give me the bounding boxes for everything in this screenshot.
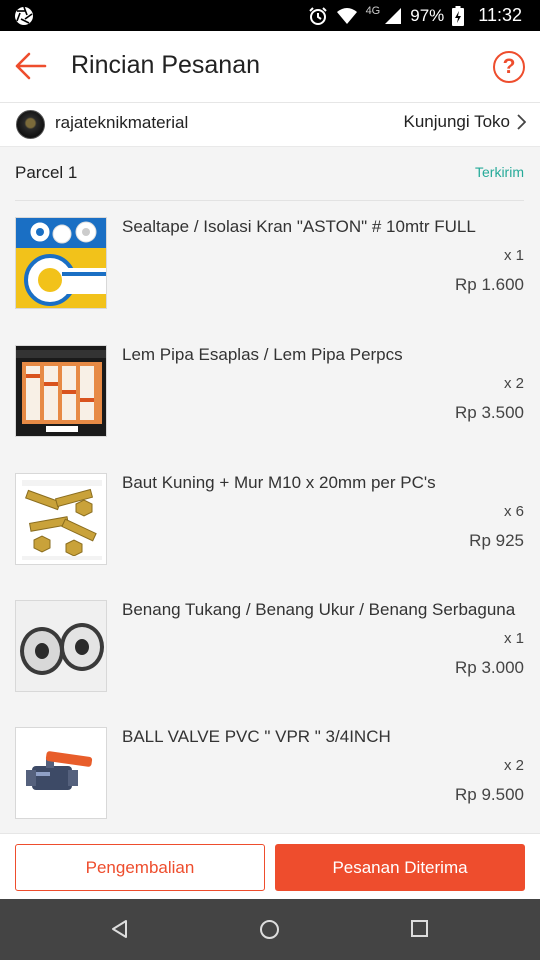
back-triangle-icon[interactable] <box>110 919 130 939</box>
app-bar: Rincian Pesanan ? <box>0 31 540 103</box>
page-title: Rincian Pesanan <box>71 51 261 79</box>
product-price: Rp 3.000 <box>455 658 524 677</box>
aperture-icon <box>15 6 33 25</box>
parcel-title: Parcel 1 <box>15 163 78 182</box>
product-image <box>15 217 107 309</box>
wifi-icon <box>336 7 357 24</box>
product-name: Lem Pipa Esaplas / Lem Pipa Perpcs <box>122 345 403 364</box>
network-type: 4G <box>365 4 381 17</box>
product-price: Rp 9.500 <box>455 785 524 804</box>
shop-header: rajateknikmaterial Kunjungi Toko <box>0 103 540 147</box>
shop-avatar[interactable] <box>16 110 45 139</box>
visit-shop-link[interactable]: Kunjungi Toko <box>403 112 526 132</box>
return-button[interactable]: Pengembalian <box>15 844 265 891</box>
product-name: Baut Kuning + Mur M10 x 20mm per PC's <box>122 473 436 492</box>
product-price: Rp 925 <box>469 531 524 550</box>
product-image <box>15 600 107 692</box>
order-received-button[interactable]: Pesanan Diterima <box>275 844 525 891</box>
parcel-status: Terkirim <box>475 164 524 180</box>
order-item[interactable]: Sealtape / Isolasi Kran "ASTON" # 10mtr … <box>15 217 540 345</box>
parcel-section: Parcel 1 Terkirim Sealtape / Isolasi Kra… <box>0 147 540 833</box>
action-bar: Pengembalian Pesanan Diterima <box>0 833 540 899</box>
product-quantity: x 1 <box>503 247 524 264</box>
product-quantity: x 2 <box>503 757 524 774</box>
product-image <box>15 345 107 437</box>
product-image <box>15 727 107 819</box>
status-bar: 4G 97% 11:32 <box>0 0 540 31</box>
chevron-right-icon <box>517 114 526 130</box>
product-name: BALL VALVE PVC " VPR " 3/4INCH <box>122 727 391 746</box>
shop-name[interactable]: rajateknikmaterial <box>55 113 188 133</box>
battery-icon <box>452 5 465 26</box>
arrow-left-icon[interactable] <box>14 51 48 81</box>
home-circle-icon[interactable] <box>259 919 280 940</box>
clock: 11:32 <box>478 5 522 25</box>
battery-percent: 97% <box>410 5 445 25</box>
system-nav-bar <box>0 899 540 960</box>
order-item[interactable]: Baut Kuning + Mur M10 x 20mm per PC's x … <box>15 473 540 601</box>
order-item[interactable]: Benang Tukang / Benang Ukur / Benang Ser… <box>15 600 540 728</box>
product-price: Rp 3.500 <box>455 403 524 422</box>
order-item[interactable]: BALL VALVE PVC " VPR " 3/4INCH x 2 Rp 9.… <box>15 727 540 833</box>
product-quantity: x 6 <box>503 503 524 520</box>
recents-square-icon[interactable] <box>410 919 429 938</box>
visit-shop-label: Kunjungi Toko <box>403 112 511 131</box>
parcel-header: Parcel 1 Terkirim <box>15 147 524 201</box>
alarm-icon <box>308 6 327 25</box>
product-quantity: x 2 <box>503 375 524 392</box>
signal-icon <box>385 7 402 24</box>
product-price: Rp 1.600 <box>455 275 524 294</box>
question-circle-icon[interactable]: ? <box>493 51 525 83</box>
product-image <box>15 473 107 565</box>
product-name: Sealtape / Isolasi Kran "ASTON" # 10mtr … <box>122 217 476 236</box>
product-quantity: x 1 <box>503 630 524 647</box>
order-item[interactable]: Lem Pipa Esaplas / Lem Pipa Perpcs x 2 R… <box>15 345 540 473</box>
product-name: Benang Tukang / Benang Ukur / Benang Ser… <box>122 600 516 619</box>
